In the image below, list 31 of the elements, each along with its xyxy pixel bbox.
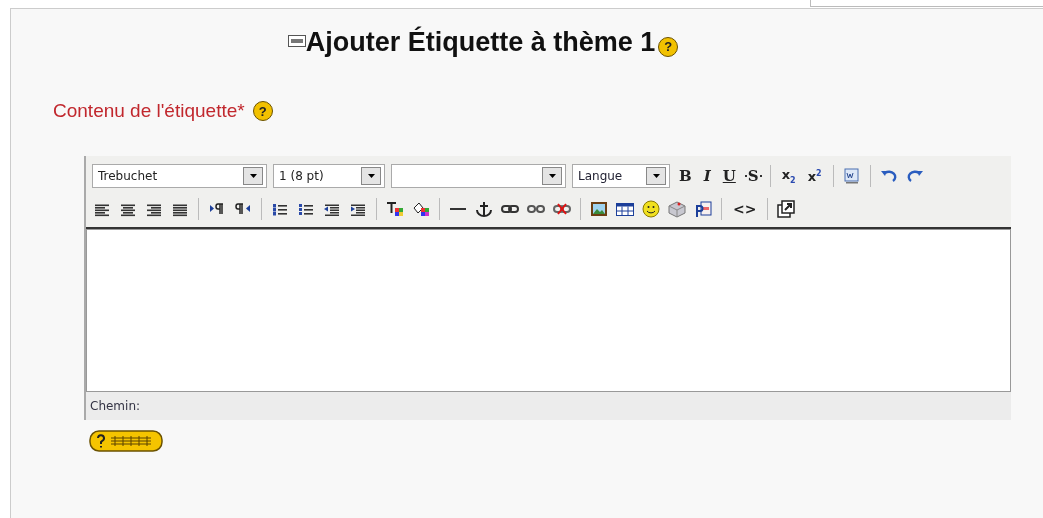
field-label: Contenu de l'étiquette* — [53, 100, 245, 122]
path-label: Chemin: — [90, 399, 141, 413]
fullscreen-icon[interactable] — [776, 200, 797, 218]
smiley-icon[interactable] — [641, 200, 661, 218]
word-paste-icon[interactable] — [841, 167, 862, 185]
dropdown[interactable]: Trebuchet — [92, 164, 267, 188]
script-button[interactable]: x$^{2}$ — [804, 164, 825, 188]
text-color-icon[interactable] — [385, 200, 405, 218]
help-button[interactable] — [89, 430, 163, 452]
dropdown[interactable] — [391, 164, 566, 188]
help-icon[interactable]: ? — [658, 36, 679, 57]
italic-button[interactable]: I — [700, 164, 714, 188]
script-button[interactable]: x$_{2}$ — [778, 164, 799, 188]
highlight-color-icon[interactable] — [411, 200, 431, 218]
underline-button[interactable]: U — [719, 164, 739, 188]
caret-icon — [249, 174, 257, 178]
label-icon — [287, 34, 306, 47]
caret-icon — [367, 174, 375, 178]
caret-icon — [652, 174, 660, 178]
caret-icon — [548, 174, 556, 178]
cube-icon[interactable] — [667, 200, 687, 218]
page-title: Ajouter Étiquette à thème 1 — [305, 27, 656, 58]
anchor-icon[interactable] — [474, 200, 494, 218]
bold-button[interactable]: B — [676, 164, 695, 188]
dropdown[interactable]: Langue — [572, 164, 670, 188]
help-icon[interactable]: ? — [252, 101, 273, 121]
table-icon[interactable] — [615, 200, 635, 218]
html-source-button[interactable]: <> — [730, 197, 760, 221]
image-icon[interactable] — [589, 200, 609, 218]
paste-icon[interactable] — [693, 200, 713, 218]
dropdown[interactable]: 1 (8 pt) — [273, 164, 385, 188]
